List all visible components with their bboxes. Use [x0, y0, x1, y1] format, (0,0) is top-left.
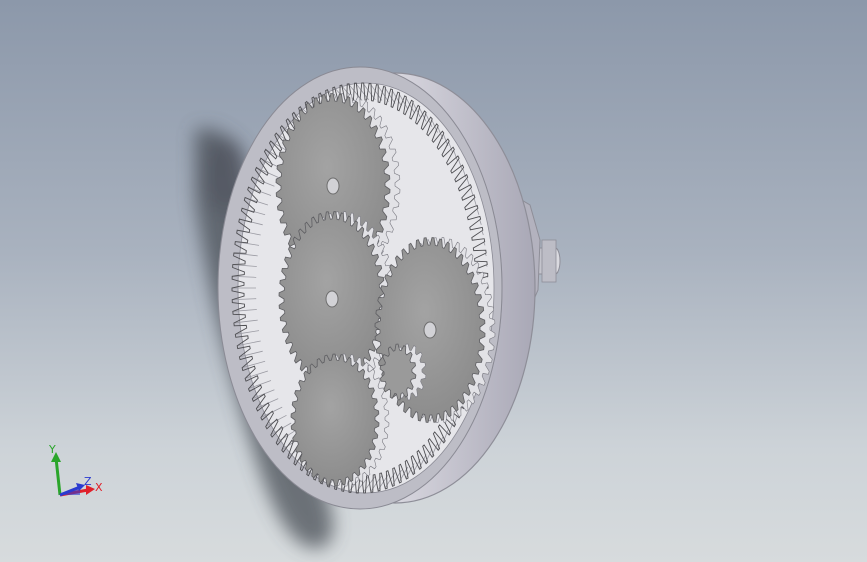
- hole-center: [325, 290, 339, 308]
- orientation-triad: Y Z X: [40, 440, 110, 510]
- z-axis-label: Z: [84, 475, 92, 488]
- planetary-gear-model[interactable]: [0, 0, 867, 562]
- x-axis-label: X: [95, 481, 103, 494]
- hole-upper: [326, 177, 340, 195]
- y-axis-label: Y: [49, 443, 56, 456]
- planet-gear-lower[interactable]: [290, 353, 390, 487]
- graphics-viewport[interactable]: Y Z X: [0, 0, 867, 562]
- hole-right: [423, 321, 437, 339]
- y-axis-line: [54, 457, 62, 496]
